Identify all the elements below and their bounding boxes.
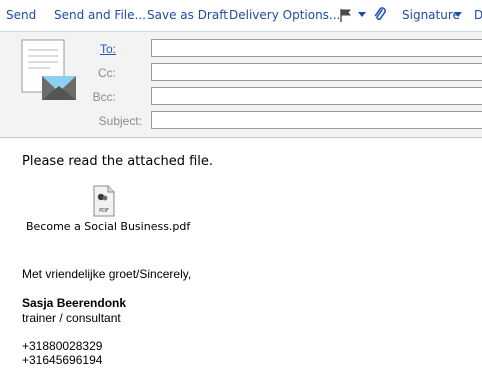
signature-dropdown-caret-icon[interactable]	[454, 12, 462, 17]
message-first-line: Please read the attached file.	[22, 154, 214, 169]
signature-phone-1: +31880028329	[22, 339, 103, 353]
save-as-draft-button[interactable]: Save as Draft	[147, 8, 228, 22]
cc-label: Cc:	[98, 66, 116, 80]
send-and-file-button[interactable]: Send and File...	[54, 8, 146, 22]
to-label[interactable]: To:	[70, 42, 116, 56]
more-toolbar-button[interactable]: D	[474, 8, 482, 22]
flag-dropdown-caret-icon[interactable]	[358, 12, 366, 17]
pdf-icon-label: PDF	[99, 208, 109, 214]
signature-name: Sasja Beerendonk	[22, 296, 127, 310]
signature-phone-2: +31645696194	[22, 353, 103, 367]
address-header: To: Cc: Bcc: Subject:	[0, 32, 482, 138]
flag-icon[interactable]	[339, 8, 353, 22]
subject-label: Subject:	[98, 114, 142, 128]
attachment-name[interactable]: Become a Social Business.pdf	[26, 220, 190, 233]
paperclip-icon[interactable]	[373, 7, 387, 23]
compose-toolbar: Send Send and File... Save as Draft Deli…	[0, 0, 482, 32]
send-button[interactable]: Send	[6, 8, 36, 22]
signature-button[interactable]: Signature	[402, 8, 460, 22]
bcc-field[interactable]	[151, 87, 482, 105]
signature-role: trainer / consultant	[22, 311, 121, 325]
to-field[interactable]	[151, 39, 482, 57]
pdf-file-icon[interactable]: PDF	[91, 185, 117, 217]
delivery-options-button[interactable]: Delivery Options...	[229, 8, 340, 22]
subject-field[interactable]	[151, 111, 482, 129]
bcc-label: Bcc:	[92, 90, 116, 104]
signature-greeting: Met vriendelijke groet/Sincerely,	[22, 267, 192, 281]
cc-field[interactable]	[151, 63, 482, 81]
